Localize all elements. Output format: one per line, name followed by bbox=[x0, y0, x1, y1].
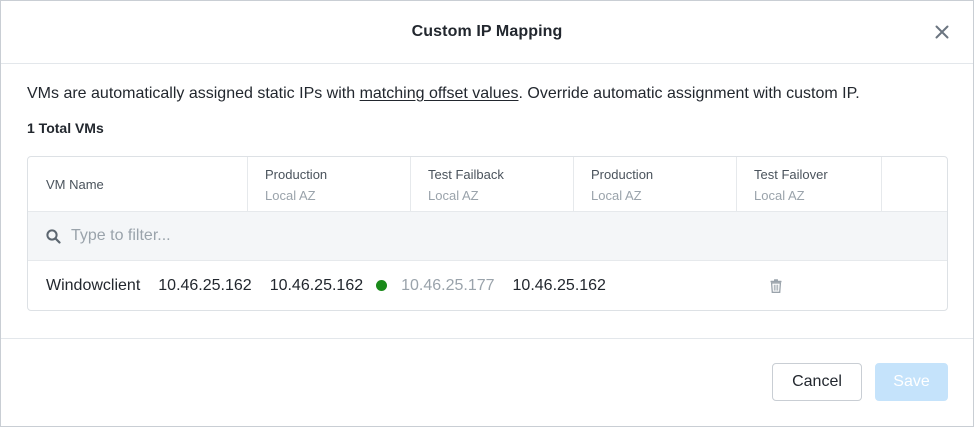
column-header-actions bbox=[881, 157, 927, 212]
dialog-description: VMs are automatically assigned static IP… bbox=[27, 84, 947, 104]
close-icon bbox=[935, 25, 949, 39]
total-vms-count: 1 Total VMs bbox=[27, 120, 104, 136]
column-header-label: Production bbox=[265, 166, 328, 182]
close-button[interactable] bbox=[933, 23, 951, 41]
dialog-header: Custom IP Mapping bbox=[1, 1, 973, 64]
table-row: Windowclient 10.46.25.162 10.46.25.162 1… bbox=[28, 261, 947, 310]
save-button[interactable]: Save bbox=[875, 363, 948, 401]
production-target-ip-value: 10.46.25.177 bbox=[401, 276, 495, 294]
column-header-label: Production bbox=[591, 166, 654, 182]
column-header-vm-name: VM Name bbox=[28, 157, 247, 212]
cancel-button[interactable]: Cancel bbox=[772, 363, 862, 401]
column-header-sublabel: Local AZ bbox=[428, 187, 479, 203]
ip-mapping-table: VM Name Production Local AZ Test Failbac… bbox=[27, 156, 948, 311]
dialog-body: VMs are automatically assigned static IP… bbox=[1, 64, 973, 311]
column-header-test-failover: Test Failover Local AZ bbox=[736, 157, 881, 212]
column-header-label: Test Failover bbox=[754, 166, 828, 182]
description-text-end: . Override automatic assignment with cus… bbox=[518, 85, 860, 102]
table-filter-row bbox=[28, 212, 947, 261]
column-header-sublabel: Local AZ bbox=[265, 187, 316, 203]
status-dot bbox=[376, 280, 388, 291]
dialog-footer: Cancel Save bbox=[1, 338, 973, 426]
dialog-title: Custom IP Mapping bbox=[411, 23, 563, 40]
test-failover-ip-cell: 10.46.25.162 bbox=[512, 276, 606, 294]
delete-row-button[interactable] bbox=[606, 278, 947, 293]
column-header-sublabel: Local AZ bbox=[591, 187, 642, 203]
column-header-sublabel: Local AZ bbox=[754, 187, 805, 203]
matching-offset-values-link[interactable]: matching offset values bbox=[360, 85, 519, 102]
column-header-production-source: Production Local AZ bbox=[247, 157, 410, 212]
table-header: VM Name Production Local AZ Test Failbac… bbox=[28, 157, 947, 212]
vm-name-cell: Windowclient bbox=[46, 276, 141, 294]
search-icon bbox=[46, 228, 61, 244]
production-target-ip-cell[interactable]: 10.46.25.177 bbox=[363, 276, 495, 295]
column-header-label: VM Name bbox=[46, 177, 104, 192]
production-ip-cell: 10.46.25.162 bbox=[158, 276, 252, 294]
trash-icon bbox=[770, 278, 782, 293]
test-failback-ip-cell: 10.46.25.162 bbox=[269, 276, 364, 294]
filter-input[interactable] bbox=[71, 227, 371, 245]
description-text-start: VMs are automatically assigned static IP… bbox=[27, 85, 360, 102]
column-header-test-failback: Test Failback Local AZ bbox=[410, 157, 573, 212]
column-header-label: Test Failback bbox=[428, 166, 504, 182]
custom-ip-mapping-dialog: Custom IP Mapping VMs are automatically … bbox=[0, 0, 974, 427]
column-header-production-target: Production Local AZ bbox=[573, 157, 736, 212]
